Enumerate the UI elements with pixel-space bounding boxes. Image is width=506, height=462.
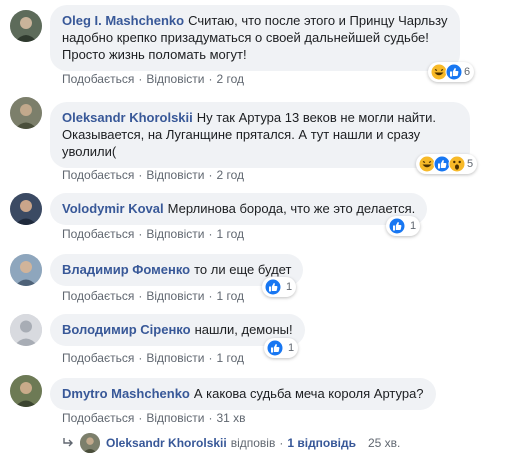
like-link[interactable]: Подобається — [62, 351, 134, 365]
like-icon — [445, 63, 463, 81]
reaction-count: 1 — [288, 342, 295, 354]
avatar[interactable] — [10, 254, 42, 286]
comment-actions: Подобається · Відповісти · 2 год — [62, 72, 244, 86]
comment-actions: Подобається · Відповісти · 1 год — [62, 227, 244, 241]
like-link[interactable]: Подобається — [62, 72, 134, 86]
comment-bubble: Dmytro Mashchenko А какова судьба меча ко… — [50, 378, 436, 410]
reactions-summary[interactable]: 1 — [264, 338, 299, 358]
comment-actions: Подобається · Відповісти · 1 год — [62, 289, 244, 303]
comment-actions: Подобається · Відповісти · 2 год — [62, 168, 244, 182]
avatar — [80, 433, 100, 453]
comment-author[interactable]: Володимир Сіренко — [62, 322, 191, 337]
reaction-count: 1 — [410, 220, 417, 232]
like-link[interactable]: Подобається — [62, 227, 134, 241]
reactions-summary[interactable]: 6 — [428, 62, 475, 82]
comment-author[interactable]: Владимир Фоменко — [62, 262, 190, 277]
reply-time: 25 хв. — [367, 436, 401, 450]
comment-text: то ли еще будет — [194, 262, 292, 277]
reaction-count: 1 — [286, 281, 293, 293]
avatar[interactable] — [10, 375, 42, 407]
avatar[interactable] — [10, 314, 42, 346]
reply-link[interactable]: Відповісти — [146, 72, 204, 86]
reply-arrow-icon — [62, 436, 74, 451]
comment-actions: Подобається · Відповісти · 31 хв — [62, 411, 246, 425]
reply-count-link[interactable]: 1 відповідь — [287, 436, 356, 450]
reply-link[interactable]: Відповісти — [146, 227, 204, 241]
reply-action-text: відповів — [230, 436, 276, 450]
comment-text: Мерлинова борода, что же это делается. — [167, 201, 416, 216]
like-icon — [264, 278, 282, 296]
comment-author[interactable]: Dmytro Mashchenko — [62, 386, 190, 401]
reactions-summary[interactable]: 5 — [416, 154, 478, 174]
like-link[interactable]: Подобається — [62, 289, 134, 303]
comment-actions: Подобається · Відповісти · 1 год — [62, 351, 244, 365]
comment-author[interactable]: Oleksandr Khorolskii — [62, 110, 193, 125]
like-link[interactable]: Подобається — [62, 168, 134, 182]
comment-time[interactable]: 1 год — [216, 351, 244, 365]
avatar[interactable] — [10, 10, 42, 42]
like-link[interactable]: Подобається — [62, 411, 134, 425]
comment-bubble: Oleg I. Mashchenko Считаю, что после этог… — [50, 5, 460, 71]
comment-time[interactable]: 1 год — [216, 227, 244, 241]
reply-link[interactable]: Відповісти — [146, 168, 204, 182]
comment-time[interactable]: 31 хв — [216, 411, 245, 425]
avatar[interactable] — [10, 193, 42, 225]
wow-icon — [448, 155, 466, 173]
comment-time[interactable]: 2 год — [216, 168, 244, 182]
comment-bubble: Volodymir Koval Мерлинова борода, что же … — [50, 193, 428, 225]
like-icon — [266, 339, 284, 357]
comment-text: А какова судьба меча короля Артура? — [193, 386, 424, 401]
comment-author[interactable]: Oleg I. Mashchenko — [62, 13, 184, 28]
view-replies-row[interactable]: Oleksandr Khorolskii відповів · 1 відпов… — [62, 433, 400, 453]
avatar[interactable] — [10, 97, 42, 129]
comment-text: нашли, демоны! — [194, 322, 293, 337]
reply-author[interactable]: Oleksandr Khorolskii — [106, 436, 227, 450]
like-icon — [388, 217, 406, 235]
reactions-summary[interactable]: 1 — [386, 216, 421, 236]
reply-link[interactable]: Відповісти — [146, 411, 204, 425]
comment-author[interactable]: Volodymir Koval — [62, 201, 164, 216]
comment-bubble: Oleksandr Khorolskii Ну так Артура 13 век… — [50, 102, 470, 168]
comment-time[interactable]: 2 год — [216, 72, 244, 86]
reaction-count: 6 — [464, 66, 471, 78]
comment-time[interactable]: 1 год — [216, 289, 244, 303]
reply-link[interactable]: Відповісти — [146, 351, 204, 365]
reactions-summary[interactable]: 1 — [262, 277, 297, 297]
reply-link[interactable]: Відповісти — [146, 289, 204, 303]
reaction-count: 5 — [467, 158, 474, 170]
